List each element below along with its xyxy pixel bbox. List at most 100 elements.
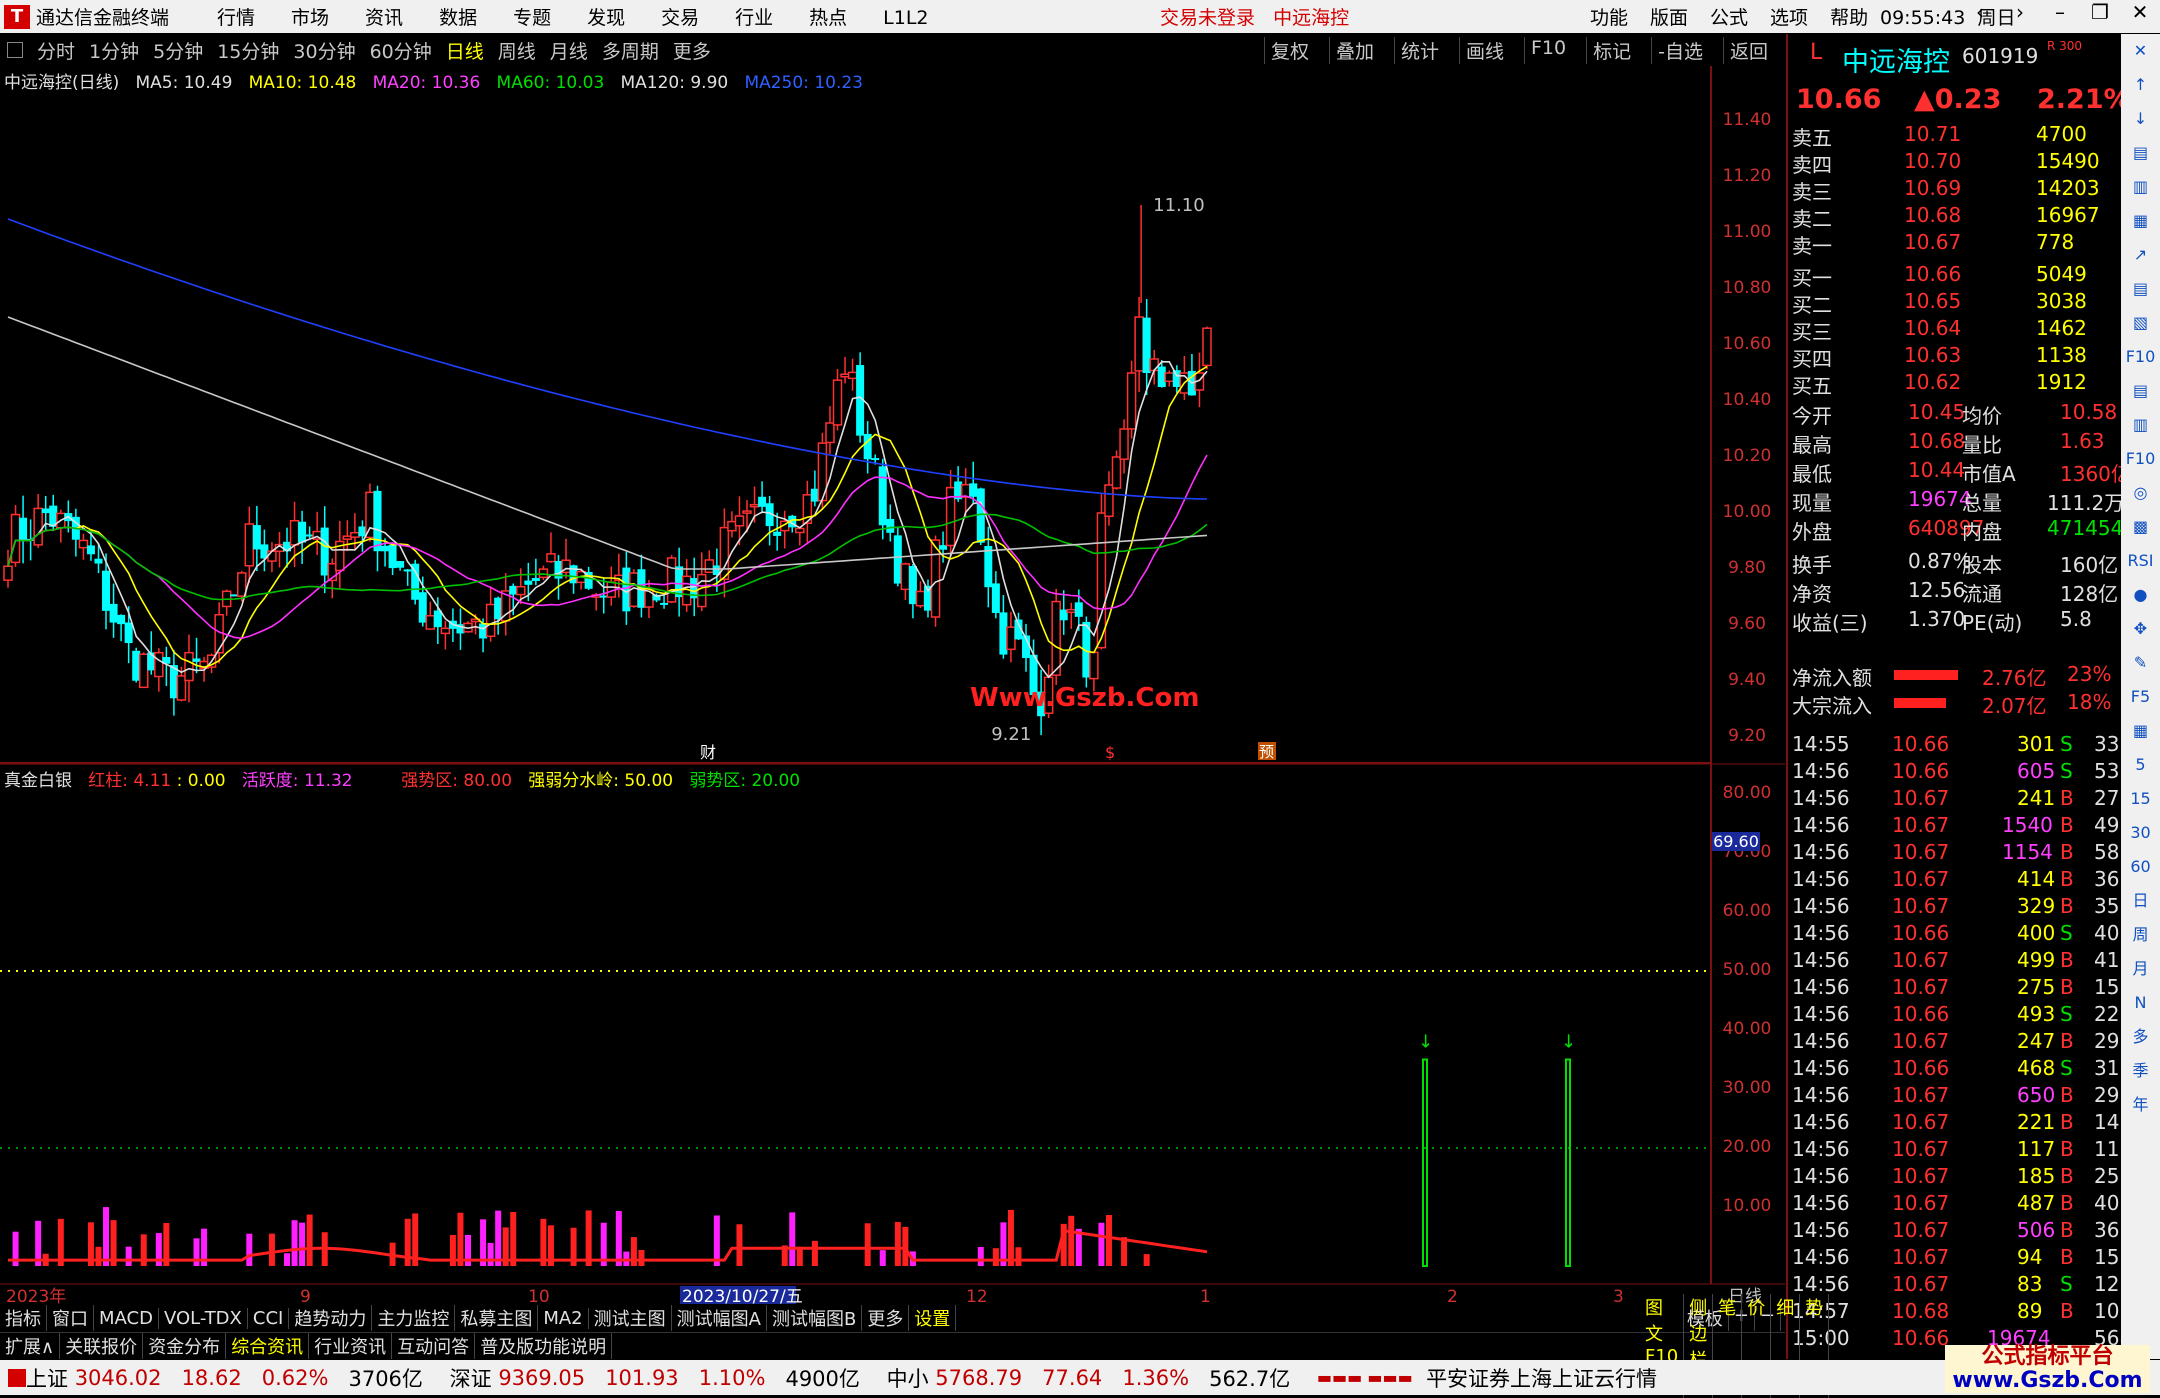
sidebar-tool-icon[interactable]: ▥ bbox=[2121, 408, 2160, 442]
chart-tool-button[interactable]: -自选 bbox=[1651, 36, 1709, 64]
back-icon[interactable]: ‹ bbox=[1960, 0, 2000, 24]
sidebar-tool-icon[interactable]: 月 bbox=[2121, 952, 2160, 986]
indicator-tab[interactable]: CCI bbox=[248, 1307, 290, 1329]
cell: 10.66 bbox=[1904, 262, 1962, 286]
minimize-icon[interactable]: – bbox=[2040, 0, 2080, 24]
sidebar-tool-icon[interactable]: F5 bbox=[2121, 680, 2160, 714]
indicator-tab[interactable]: 趋势动力 bbox=[289, 1305, 373, 1331]
extension-tab[interactable]: 综合资讯 bbox=[226, 1333, 310, 1359]
indicator-tab[interactable]: 更多 bbox=[862, 1305, 910, 1331]
sidebar-tool-icon[interactable]: 周 bbox=[2121, 918, 2160, 952]
indicator-tab[interactable]: 测试主图 bbox=[589, 1305, 672, 1331]
extension-tab[interactable]: 资金分布 bbox=[143, 1333, 227, 1359]
right-menu-item[interactable]: 版面 bbox=[1650, 3, 1688, 30]
extension-tab[interactable]: 扩展∧ bbox=[0, 1333, 61, 1359]
period-tab[interactable]: 分时 bbox=[37, 37, 75, 64]
chart-tool-button[interactable]: 标记 bbox=[1586, 36, 1637, 64]
event-marker-cai[interactable]: 财 bbox=[700, 743, 716, 762]
extension-tab[interactable]: 关联报价 bbox=[60, 1333, 144, 1359]
period-tab[interactable]: 日线 bbox=[446, 37, 484, 64]
indicator-tab[interactable]: 测试幅图B bbox=[767, 1305, 863, 1331]
chart-tool-button[interactable]: F10 bbox=[1524, 36, 1572, 64]
sidebar-tool-icon[interactable]: ▤ bbox=[2121, 374, 2160, 408]
sidebar-tool-icon[interactable]: F10 bbox=[2121, 442, 2160, 476]
menu-item[interactable]: 行业 bbox=[735, 7, 773, 29]
chart-tool-button[interactable]: 复权 bbox=[1263, 36, 1315, 64]
sidebar-tool-icon[interactable]: ✥ bbox=[2121, 612, 2160, 646]
sidebar-tool-icon[interactable]: ✎ bbox=[2121, 646, 2160, 680]
menu-item[interactable]: 交易 bbox=[661, 7, 699, 29]
chart-tool-button[interactable]: 统计 bbox=[1393, 36, 1445, 64]
sidebar-tool-icon[interactable]: 60 bbox=[2121, 850, 2160, 884]
sidebar-tool-icon[interactable]: RSI bbox=[2121, 544, 2160, 578]
sidebar-tool-icon[interactable]: ▥ bbox=[2121, 170, 2160, 204]
sidebar-tool-icon[interactable]: 5 bbox=[2121, 748, 2160, 782]
menu-item[interactable]: 热点 bbox=[809, 7, 847, 29]
menu-item[interactable]: 数据 bbox=[439, 7, 477, 29]
login-status[interactable]: 交易未登录 中远海控 bbox=[1160, 3, 1349, 30]
menu-item[interactable]: 市场 bbox=[291, 7, 329, 29]
indicator-tab[interactable]: 私募主图 bbox=[455, 1305, 539, 1331]
menu-item[interactable]: 资讯 bbox=[365, 7, 403, 29]
sidebar-tool-icon[interactable]: ▩ bbox=[2121, 510, 2160, 544]
period-tab[interactable]: 周线 bbox=[498, 37, 536, 64]
period-tab[interactable]: 15分钟 bbox=[217, 37, 279, 64]
sidebar-tool-icon[interactable]: ● bbox=[2121, 578, 2160, 612]
sidebar-tool-icon[interactable]: ↓ bbox=[2121, 102, 2160, 136]
indicator-tab[interactable]: 测试幅图A bbox=[672, 1305, 767, 1331]
extension-tab[interactable]: 互动问答 bbox=[392, 1333, 476, 1359]
sidebar-tool-icon[interactable]: ✕ bbox=[2121, 34, 2160, 68]
indicator-tab[interactable]: MACD bbox=[94, 1307, 159, 1329]
indicator-tab[interactable]: 指标 bbox=[0, 1305, 47, 1331]
extension-tab[interactable]: 行业资讯 bbox=[309, 1333, 393, 1359]
period-tab[interactable]: 60分钟 bbox=[370, 37, 432, 64]
menu-item[interactable]: 发现 bbox=[587, 7, 625, 29]
indicator-tab[interactable]: 设置 bbox=[909, 1305, 957, 1331]
sidebar-tool-icon[interactable]: 多 bbox=[2121, 1020, 2160, 1054]
menu-item[interactable]: 专题 bbox=[513, 7, 551, 29]
sidebar-tool-icon[interactable]: 季 bbox=[2121, 1054, 2160, 1088]
extension-tab[interactable]: 普及版功能说明 bbox=[475, 1333, 613, 1359]
right-menu-item[interactable]: 公式 bbox=[1710, 3, 1748, 30]
sidebar-tool-icon[interactable]: ▤ bbox=[2121, 272, 2160, 306]
forward-icon[interactable]: › bbox=[2000, 0, 2040, 24]
sidebar-tool-icon[interactable]: 15 bbox=[2121, 782, 2160, 816]
sidebar-tool-icon[interactable]: 30 bbox=[2121, 816, 2160, 850]
kline-chart[interactable]: 11.10 9.21 Www.Gszb.Com 财 $ 预 ↓ ↓ 2023年 9 10 2023/1… bbox=[0, 66, 1785, 1306]
right-menu-item[interactable]: 功能 bbox=[1590, 3, 1628, 30]
sidebar-tool-icon[interactable]: ↗ bbox=[2121, 238, 2160, 272]
sidebar-tool-icon[interactable]: 年 bbox=[2121, 1088, 2160, 1122]
right-menu-item[interactable]: 选项 bbox=[1770, 3, 1808, 30]
close-icon[interactable]: ✕ bbox=[2120, 0, 2160, 24]
event-marker-s[interactable]: $ bbox=[1105, 743, 1115, 762]
period-tab[interactable]: 月线 bbox=[550, 37, 588, 64]
sidebar-tool-icon[interactable]: ▦ bbox=[2121, 714, 2160, 748]
indicator-tab[interactable]: MA2 bbox=[538, 1307, 589, 1329]
menu-item[interactable]: L1L2 bbox=[883, 7, 928, 29]
toggle-icon[interactable] bbox=[7, 42, 23, 58]
period-tab[interactable]: 5分钟 bbox=[153, 37, 203, 64]
sidebar-tool-icon[interactable]: ▧ bbox=[2121, 306, 2160, 340]
sidebar-tool-icon[interactable]: ↑ bbox=[2121, 68, 2160, 102]
period-tab[interactable]: 多周期 bbox=[602, 37, 659, 64]
candle-body bbox=[244, 523, 255, 567]
indicator-tab[interactable]: 窗口 bbox=[47, 1305, 94, 1331]
chart-tool-button[interactable]: 画线 bbox=[1458, 36, 1510, 64]
sidebar-tool-icon[interactable]: ▦ bbox=[2121, 204, 2160, 238]
period-tab[interactable]: 30分钟 bbox=[293, 37, 355, 64]
indicator-tab[interactable]: 主力监控 bbox=[372, 1305, 456, 1331]
period-tab[interactable]: 更多 bbox=[673, 37, 711, 64]
sidebar-tool-icon[interactable]: ▤ bbox=[2121, 136, 2160, 170]
menu-item[interactable]: 行情 bbox=[217, 7, 255, 29]
sidebar-tool-icon[interactable]: ◎ bbox=[2121, 476, 2160, 510]
sidebar-tool-icon[interactable]: 日 bbox=[2121, 884, 2160, 918]
sidebar-tool-icon[interactable]: F10 bbox=[2121, 340, 2160, 374]
restore-icon[interactable]: ❐ bbox=[2080, 0, 2120, 24]
indicator-tab[interactable]: VOL-TDX bbox=[159, 1307, 248, 1329]
right-menu-item[interactable]: 帮助 bbox=[1830, 3, 1868, 30]
period-tab[interactable]: 1分钟 bbox=[89, 37, 139, 64]
date-axis-label: 2 bbox=[1447, 1287, 1458, 1306]
sidebar-tool-icon[interactable]: N bbox=[2121, 986, 2160, 1020]
chart-tool-button[interactable]: 返回 bbox=[1722, 36, 1774, 64]
chart-tool-button[interactable]: 叠加 bbox=[1328, 36, 1380, 64]
